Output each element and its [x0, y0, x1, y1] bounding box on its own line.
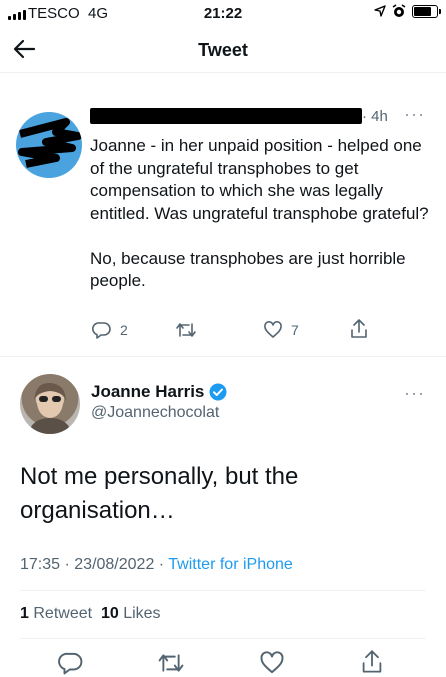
user-handle[interactable]: @Joannechocolat — [91, 404, 219, 422]
share-button[interactable] — [349, 318, 369, 340]
tweet-age: · 4h — [362, 108, 388, 125]
redacted-avatar-scribble — [18, 118, 82, 168]
battery-icon — [412, 4, 441, 18]
retweet-icon — [158, 654, 184, 672]
status-bar: TESCO 4G 21:22 — [0, 0, 446, 28]
display-name[interactable]: Joanne Harris — [91, 382, 227, 402]
tweet-text: Joanne - in her unpaid position - helped… — [90, 136, 429, 290]
tweet-text: Not me personally, but the organisation… — [20, 463, 299, 524]
tweet-source-link[interactable]: Twitter for iPhone — [168, 556, 293, 573]
more-icon[interactable]: ··· — [404, 383, 425, 404]
more-icon[interactable]: ··· — [404, 104, 425, 125]
reply-button[interactable]: 2 — [92, 320, 128, 340]
reply-button[interactable] — [58, 650, 84, 676]
divider — [20, 638, 426, 639]
retweet-button[interactable] — [157, 650, 185, 676]
top-navigation-bar: Tweet — [0, 28, 446, 73]
like-icon — [264, 321, 282, 338]
reply-icon — [92, 322, 111, 339]
profile-photo — [28, 382, 72, 434]
location-arrow-icon — [374, 5, 386, 17]
retweet-stat[interactable]: 1 Retweet — [20, 605, 92, 622]
tweet-timestamp: 17:35 · 23/08/2022 · Twitter for iPhone — [20, 556, 293, 573]
retweet-button[interactable] — [175, 320, 197, 340]
reply-icon — [58, 652, 83, 675]
like-icon — [260, 651, 284, 674]
divider — [20, 590, 426, 591]
avatar[interactable] — [20, 374, 80, 434]
like-button[interactable] — [259, 650, 285, 676]
share-icon — [362, 650, 382, 673]
share-button[interactable] — [360, 648, 384, 676]
avatar[interactable] — [16, 112, 82, 178]
like-button[interactable]: 7 — [263, 320, 299, 340]
engagement-counts: 1 Retweet 10 Likes — [20, 605, 161, 623]
page-title: Tweet — [198, 40, 248, 60]
reply-count: 2 — [120, 322, 128, 338]
verified-icon — [209, 383, 227, 401]
likes-stat[interactable]: 10 Likes — [101, 605, 161, 622]
like-count: 7 — [291, 322, 299, 338]
divider — [0, 356, 446, 357]
alarm-icon — [392, 4, 406, 17]
redacted-username — [90, 108, 362, 124]
retweet-icon — [176, 323, 196, 337]
share-icon — [351, 319, 367, 338]
